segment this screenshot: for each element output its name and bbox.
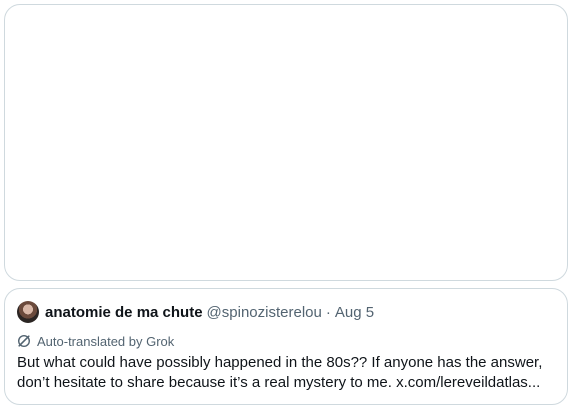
- grok-icon: [17, 334, 31, 348]
- translation-label: Auto-translated by Grok: [37, 333, 175, 349]
- author-name[interactable]: anatomie de ma chute: [45, 304, 203, 321]
- quoted-tweet-header: anatomie de ma chute @spinozisterelou · …: [17, 301, 374, 323]
- translation-note: Auto-translated by Grok: [17, 332, 174, 350]
- tweet-text-line-2: don’t hesitate to share because it’s a r…: [17, 374, 541, 391]
- quoted-tweet-text: But what could have possibly happened in…: [17, 353, 561, 393]
- media-card[interactable]: [4, 4, 568, 281]
- avatar[interactable]: [17, 301, 39, 323]
- author-handle[interactable]: @spinozisterelou: [207, 304, 322, 321]
- separator-dot: ·: [325, 303, 331, 321]
- tweet-date[interactable]: Aug 5: [335, 304, 374, 321]
- tweet-text-line-1: But what could have possibly happened in…: [17, 354, 543, 371]
- quoted-tweet-card[interactable]: anatomie de ma chute @spinozisterelou · …: [4, 288, 568, 405]
